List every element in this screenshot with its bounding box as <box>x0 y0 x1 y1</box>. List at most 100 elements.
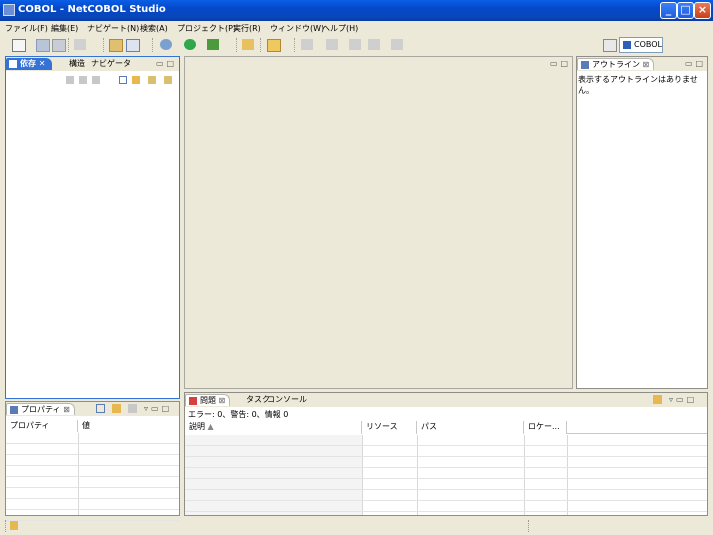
prev-annotation-icon[interactable] <box>326 39 338 50</box>
tab-outline[interactable]: アウトライン ⊠ <box>577 58 655 70</box>
menu-file[interactable]: ファイル(F) <box>5 23 48 34</box>
filter-icon[interactable] <box>148 76 156 84</box>
problems-grid <box>185 435 707 515</box>
close-tab-icon[interactable]: ✕ <box>39 59 46 68</box>
categories-icon[interactable] <box>96 404 105 413</box>
next-annotation-icon[interactable] <box>301 39 313 50</box>
problems-tab-strip: 問題 ⊠ タスク コンソール ▿▭□ <box>185 393 707 407</box>
back-arrow-icon[interactable] <box>66 76 74 84</box>
external-tools-icon[interactable] <box>207 39 219 50</box>
debug-icon[interactable] <box>160 39 172 50</box>
tab-dependency[interactable]: 依存 ✕ <box>6 58 52 70</box>
app-icon <box>3 4 15 16</box>
grid-row <box>185 468 707 479</box>
last-edit-icon[interactable] <box>349 39 361 50</box>
maximize-button[interactable]: □ <box>677 2 694 19</box>
close-tab-icon[interactable]: ⊠ <box>63 405 70 414</box>
status-separator <box>5 520 6 532</box>
minimize-maximize-icons[interactable]: ▿▭□ <box>144 404 172 413</box>
toolbar-separator <box>152 38 154 52</box>
filter-icon[interactable] <box>653 395 662 404</box>
problems-header: 説明 ▲ リソース パス ロケー... <box>185 421 707 434</box>
toolbar-separator <box>260 38 262 52</box>
problems-view: 問題 ⊠ タスク コンソール ▿▭□ エラー: 0、警告: 0、情報 0 説明 … <box>184 392 708 516</box>
menu-edit[interactable]: 編集(E) <box>51 23 78 34</box>
restore-default-icon[interactable] <box>128 404 137 413</box>
outline-tab-strip: アウトライン ⊠ ▭□ <box>577 57 707 71</box>
minimize-maximize-icons[interactable]: ▿▭□ <box>669 395 697 404</box>
toolbar-separator <box>68 38 70 52</box>
dependency-icon <box>9 60 17 68</box>
back-icon[interactable] <box>368 39 380 50</box>
left-tab-strip: 依存 ✕ 構造 ナビゲータ ▭□ <box>6 57 179 71</box>
open-type-icon[interactable] <box>109 39 123 52</box>
minimize-button[interactable]: _ <box>660 2 677 19</box>
menu-bar: ファイル(F) 編集(E) ナビゲート(N) 検索(A) プロジェクト(P) 実… <box>0 21 713 35</box>
tab-navigator[interactable]: ナビゲータ <box>91 58 131 70</box>
problems-icon <box>189 397 197 405</box>
grid-row <box>6 466 179 477</box>
print-icon[interactable] <box>52 39 66 52</box>
link-editor-icon[interactable] <box>132 76 140 84</box>
window-icon[interactable] <box>126 39 140 52</box>
perspective-cobol-button[interactable]: COBOL <box>619 37 663 53</box>
new-file-icon[interactable] <box>12 39 26 52</box>
menu-run[interactable]: 実行(R) <box>233 23 261 34</box>
folder-icon[interactable] <box>267 39 281 52</box>
editor-minimize-maximize-icons[interactable]: ▭□ <box>550 59 571 68</box>
menu-search[interactable]: 検索(A) <box>140 23 168 34</box>
dependency-view: 依存 ✕ 構造 ナビゲータ ▭□ <box>5 56 180 399</box>
cobol-perspective-icon <box>623 41 631 49</box>
header-location[interactable]: ロケー... <box>524 421 567 434</box>
properties-tab-strip: プロパティ ⊠ ▿▭□ <box>6 402 179 416</box>
menu-help[interactable]: ヘルプ(H) <box>322 23 358 34</box>
header-value[interactable]: 値 <box>78 420 179 432</box>
run-icon[interactable] <box>184 39 196 50</box>
close-tab-icon[interactable]: ⊠ <box>643 60 650 69</box>
tab-console[interactable]: コンソール <box>267 394 307 406</box>
outline-icon <box>581 61 589 69</box>
pencil-icon[interactable] <box>242 39 254 50</box>
toolbar-separator <box>103 38 105 52</box>
up-icon[interactable] <box>92 76 100 84</box>
menu-window[interactable]: ウィンドウ(W) <box>270 23 324 34</box>
save-icon[interactable] <box>36 39 50 52</box>
grid-row <box>185 446 707 457</box>
forward-arrow-icon[interactable] <box>79 76 87 84</box>
grid-row <box>6 455 179 466</box>
status-separator <box>528 520 529 532</box>
editor-area[interactable]: ▭□ <box>184 56 573 389</box>
title-bar: COBOL - NetCOBOL Studio _ □ × <box>0 0 713 21</box>
toolbar-separator <box>236 38 238 52</box>
advanced-icon[interactable] <box>112 404 121 413</box>
header-resource[interactable]: リソース <box>362 421 417 434</box>
header-description[interactable]: 説明 ▲ <box>185 421 362 434</box>
grid-row <box>185 490 707 501</box>
tab-structure[interactable]: 構造 <box>69 58 85 70</box>
menu-navigate[interactable]: ナビゲート(N) <box>87 23 139 34</box>
outline-view: アウトライン ⊠ ▭□ 表示するアウトラインはありません。 <box>576 56 708 389</box>
view-menu-icon[interactable] <box>164 76 172 84</box>
tab-problems[interactable]: 問題 ⊠ <box>185 394 231 406</box>
grid-row <box>6 433 179 444</box>
open-perspective-icon[interactable] <box>603 39 617 52</box>
properties-grid <box>6 433 179 521</box>
collapse-all-icon[interactable] <box>119 76 127 84</box>
tab-properties[interactable]: プロパティ ⊠ <box>6 403 75 415</box>
status-bar <box>0 517 713 535</box>
minimize-maximize-icons[interactable]: ▭□ <box>156 59 177 68</box>
fast-view-icon[interactable] <box>10 521 18 530</box>
minimize-maximize-icons[interactable]: ▭□ <box>685 59 706 68</box>
grid-row <box>185 501 707 512</box>
properties-view: プロパティ ⊠ ▿▭□ プロパティ 値 <box>5 401 180 521</box>
outline-empty-message: 表示するアウトラインはありません。 <box>578 75 698 95</box>
menu-project[interactable]: プロジェクト(P) <box>177 23 236 34</box>
build-icon[interactable] <box>74 39 86 50</box>
perspective-label: COBOL <box>634 40 662 49</box>
close-tab-icon[interactable]: ⊠ <box>219 396 226 405</box>
forward-icon[interactable] <box>391 39 403 50</box>
header-property[interactable]: プロパティ <box>6 420 78 432</box>
close-button[interactable]: × <box>694 2 711 19</box>
header-path[interactable]: パス <box>417 421 524 434</box>
problems-summary: エラー: 0、警告: 0、情報 0 <box>188 410 289 419</box>
